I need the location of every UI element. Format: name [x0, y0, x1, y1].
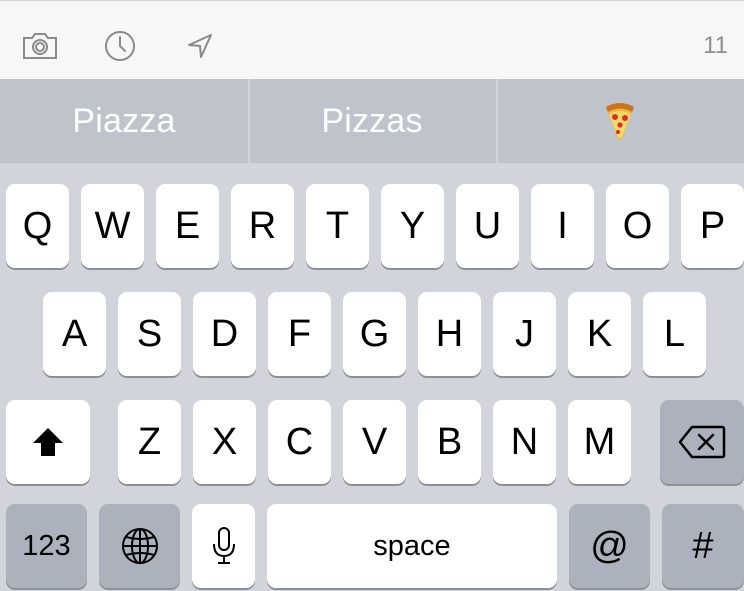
space-key[interactable]: space: [267, 504, 557, 588]
suggestion-piazza[interactable]: Piazza: [0, 79, 248, 163]
hash-key[interactable]: #: [662, 504, 744, 588]
key-t[interactable]: T: [306, 184, 369, 268]
key-w[interactable]: W: [81, 184, 144, 268]
key-v[interactable]: V: [343, 400, 406, 484]
key-q[interactable]: Q: [6, 184, 69, 268]
key-r[interactable]: R: [231, 184, 294, 268]
numbers-key[interactable]: 123: [6, 504, 87, 588]
key-c[interactable]: C: [268, 400, 331, 484]
key-x[interactable]: X: [193, 400, 256, 484]
predictive-suggestion-bar: Piazza Pizzas: [0, 79, 744, 163]
key-d[interactable]: D: [193, 292, 256, 376]
key-s[interactable]: S: [118, 292, 181, 376]
key-e[interactable]: E: [156, 184, 219, 268]
microphone-icon: [212, 527, 235, 564]
key-n[interactable]: N: [493, 400, 556, 484]
key-b[interactable]: B: [418, 400, 481, 484]
shift-icon: [33, 428, 63, 456]
keyboard: Q W E R T Y U I O P A S D F G H J K L Z …: [0, 163, 744, 591]
backspace-icon: [678, 425, 726, 459]
key-i[interactable]: I: [531, 184, 594, 268]
location-arrow-icon[interactable]: [181, 27, 219, 65]
backspace-key[interactable]: [660, 400, 744, 484]
pizza-emoji-icon: [606, 103, 634, 140]
key-p[interactable]: P: [681, 184, 744, 268]
key-l[interactable]: L: [643, 292, 706, 376]
suggestion-pizzas[interactable]: Pizzas: [248, 79, 496, 163]
globe-key[interactable]: [99, 504, 180, 588]
compose-toolbar: 11: [0, 0, 744, 79]
key-h[interactable]: H: [418, 292, 481, 376]
key-y[interactable]: Y: [381, 184, 444, 268]
globe-icon: [121, 528, 158, 564]
shift-key[interactable]: [6, 400, 90, 484]
at-key[interactable]: @: [569, 504, 650, 588]
key-j[interactable]: J: [493, 292, 556, 376]
clock-icon[interactable]: [101, 27, 139, 65]
key-o[interactable]: O: [606, 184, 669, 268]
camera-icon[interactable]: [21, 27, 59, 65]
key-g[interactable]: G: [343, 292, 406, 376]
key-f[interactable]: F: [268, 292, 331, 376]
suggestion-pizza-emoji[interactable]: [496, 79, 744, 163]
dictation-key[interactable]: [192, 504, 255, 588]
key-m[interactable]: M: [568, 400, 631, 484]
key-u[interactable]: U: [456, 184, 519, 268]
key-z[interactable]: Z: [118, 400, 181, 484]
character-count: 11: [703, 32, 728, 59]
key-a[interactable]: A: [43, 292, 106, 376]
key-k[interactable]: K: [568, 292, 631, 376]
